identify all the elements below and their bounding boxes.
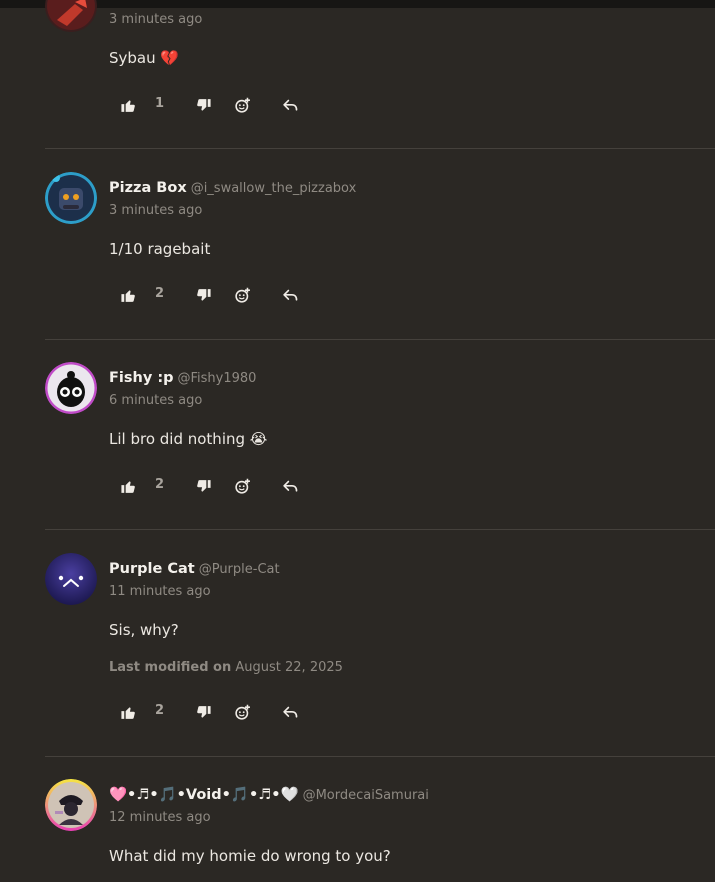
reply-button[interactable]: [282, 93, 299, 117]
like-count: 1: [155, 96, 165, 111]
comment-body: Lil bro did nothing 😭: [109, 429, 267, 449]
thumbs-down-icon: [197, 288, 211, 301]
comment-actions: 2: [110, 474, 310, 498]
crying-emoji: 😭: [249, 430, 268, 448]
thumbs-down-icon: [197, 98, 211, 111]
comment-time: 11 minutes ago: [109, 584, 211, 599]
like-count: 2: [155, 286, 165, 301]
reply-icon: [283, 289, 298, 301]
dislike-button[interactable]: [195, 700, 212, 724]
dislike-button[interactable]: [195, 283, 212, 307]
divider: [45, 339, 715, 340]
avatar[interactable]: [45, 779, 97, 831]
avatar[interactable]: [45, 362, 97, 414]
reply-button[interactable]: [282, 474, 299, 498]
thumbs-up-icon: [121, 99, 135, 112]
author-name[interactable]: Pizza Box: [109, 180, 187, 196]
comment-text: Sis, why?: [109, 621, 179, 639]
author-handle[interactable]: @Fishy1980: [178, 371, 257, 386]
reply-button[interactable]: [282, 283, 299, 307]
comment-time: 3 minutes ago: [109, 12, 203, 27]
comment-text: Lil bro did nothing: [109, 430, 246, 448]
comment-body: What did my homie do wrong to you?: [109, 846, 391, 866]
author-handle[interactable]: @Purple-Cat: [199, 562, 280, 577]
thumbs-up-icon: [121, 289, 135, 302]
author-name[interactable]: Purple Cat: [109, 561, 195, 577]
comment-time: 3 minutes ago: [109, 203, 203, 218]
comment-actions: 2: [110, 283, 310, 307]
dislike-button[interactable]: [195, 474, 212, 498]
robot-avatar-icon: [45, 172, 97, 224]
add-reaction-button[interactable]: [234, 474, 251, 498]
add-reaction-button[interactable]: [234, 93, 251, 117]
comment-body: Sis, why?: [109, 620, 179, 640]
author-name[interactable]: 🩷•♬•🎵•Void•🎵•♬•🤍: [109, 787, 299, 803]
black-creature-avatar-icon: [45, 362, 97, 414]
comment-time: 12 minutes ago: [109, 810, 211, 825]
comment-text: What did my homie do wrong to you?: [109, 847, 391, 865]
comment-body: Sybau 💔: [109, 48, 179, 68]
avatar[interactable]: [45, 0, 97, 32]
like-count: 2: [155, 703, 165, 718]
last-modified-date: August 22, 2025: [235, 660, 343, 675]
like-button[interactable]: [120, 700, 137, 724]
purple-face-avatar-icon: [45, 553, 97, 605]
add-reaction-icon: [235, 97, 250, 113]
reply-icon: [283, 99, 298, 111]
add-reaction-icon: [235, 704, 250, 720]
last-modified: Last modified on August 22, 2025: [109, 660, 343, 675]
avatar[interactable]: [45, 553, 97, 605]
reply-button[interactable]: [282, 700, 299, 724]
add-reaction-button[interactable]: [234, 700, 251, 724]
thumbs-down-icon: [197, 705, 211, 718]
red-figure-avatar-icon: [45, 0, 97, 32]
comment-body: 1/10 ragebait: [109, 239, 210, 259]
comment-text: 1/10 ragebait: [109, 240, 211, 258]
thumbs-up-icon: [121, 480, 135, 493]
dislike-button[interactable]: [195, 93, 212, 117]
comment-time: 6 minutes ago: [109, 393, 203, 408]
thumbs-down-icon: [197, 479, 211, 492]
divider: [45, 529, 715, 530]
like-count: 2: [155, 477, 165, 492]
add-reaction-icon: [235, 478, 250, 494]
comment-text: Sybau: [109, 49, 156, 67]
like-button[interactable]: [120, 93, 137, 117]
reply-icon: [283, 480, 298, 492]
add-reaction-icon: [235, 287, 250, 303]
comment-actions: 2: [110, 700, 310, 724]
thumbs-up-icon: [121, 706, 135, 719]
author-handle[interactable]: @MordecaiSamurai: [303, 788, 429, 803]
like-button[interactable]: [120, 474, 137, 498]
void-avatar-icon: [45, 779, 97, 831]
avatar[interactable]: [45, 172, 97, 224]
divider: [45, 756, 715, 757]
broken-heart-emoji: 💔: [160, 49, 180, 67]
comment-actions: 1: [110, 93, 310, 117]
author-handle[interactable]: @i_swallow_the_pizzabox: [191, 181, 357, 196]
author-name[interactable]: Fishy :p: [109, 370, 174, 386]
reply-icon: [283, 706, 298, 718]
add-reaction-button[interactable]: [234, 283, 251, 307]
top-bar: [0, 0, 715, 8]
divider: [45, 148, 715, 149]
like-button[interactable]: [120, 283, 137, 307]
last-modified-label: Last modified on: [109, 660, 232, 675]
